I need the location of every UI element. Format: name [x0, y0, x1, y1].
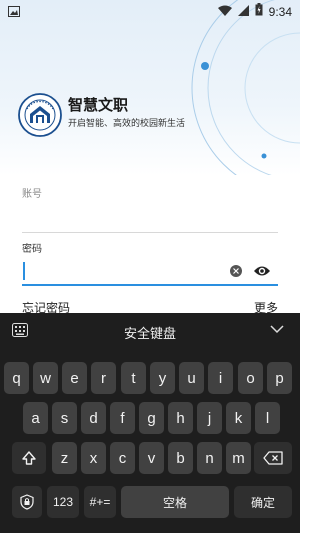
- status-bar: 9:34: [0, 0, 300, 22]
- app-name: 智慧文职: [68, 97, 129, 114]
- key-u[interactable]: u: [179, 362, 204, 394]
- lock-icon: [20, 494, 34, 510]
- key-x[interactable]: x: [81, 442, 106, 474]
- lock-key[interactable]: [12, 486, 42, 518]
- password-label: 密码: [22, 244, 42, 255]
- app-logo: [18, 93, 62, 137]
- key-t[interactable]: t: [121, 362, 146, 394]
- key-y[interactable]: y: [150, 362, 175, 394]
- shift-icon: [22, 451, 36, 465]
- battery-icon: [255, 3, 263, 21]
- shift-key[interactable]: [12, 442, 46, 474]
- signal-icon: [237, 3, 249, 21]
- confirm-key[interactable]: 确定: [234, 486, 292, 518]
- text-caret: [23, 262, 25, 280]
- key-p[interactable]: p: [267, 362, 292, 394]
- key-a[interactable]: a: [23, 402, 48, 434]
- chevron-down-icon[interactable]: [270, 324, 284, 334]
- backspace-icon: [263, 451, 283, 465]
- key-h[interactable]: h: [168, 402, 193, 434]
- account-field[interactable]: 账号: [22, 185, 278, 200]
- decorative-arcs: [191, 0, 300, 175]
- key-f[interactable]: f: [110, 402, 135, 434]
- backspace-key[interactable]: [254, 442, 292, 474]
- key-o[interactable]: o: [238, 362, 263, 394]
- account-label: 账号: [22, 189, 42, 200]
- key-b[interactable]: b: [168, 442, 193, 474]
- key-r[interactable]: r: [91, 362, 116, 394]
- key-m[interactable]: m: [226, 442, 251, 474]
- key-s[interactable]: s: [52, 402, 77, 434]
- image-icon: [8, 4, 20, 22]
- account-underline: [22, 232, 278, 233]
- password-field-wrapper: 密码: [22, 240, 278, 255]
- secure-keyboard: 安全键盘 q w e r t y u i o p a s d f g h j k…: [0, 313, 300, 533]
- keyboard-title: 安全键盘: [123, 326, 176, 341]
- key-c[interactable]: c: [110, 442, 135, 474]
- password-underline: [22, 284, 278, 286]
- key-k[interactable]: k: [226, 402, 251, 434]
- key-d[interactable]: d: [81, 402, 106, 434]
- keyboard-toolbar: 安全键盘: [0, 313, 300, 347]
- wifi-icon: [217, 3, 232, 21]
- app-slogan: 开启智能、高效的校园新生活: [68, 118, 186, 128]
- key-g[interactable]: g: [139, 402, 164, 434]
- key-q[interactable]: q: [4, 362, 29, 394]
- clear-icon[interactable]: [230, 265, 242, 277]
- space-key[interactable]: 空格: [121, 486, 229, 518]
- key-l[interactable]: l: [255, 402, 280, 434]
- key-v[interactable]: v: [139, 442, 164, 474]
- key-z[interactable]: z: [52, 442, 77, 474]
- key-e[interactable]: e: [62, 362, 87, 394]
- key-n[interactable]: n: [197, 442, 222, 474]
- key-i[interactable]: i: [208, 362, 233, 394]
- eye-icon[interactable]: [253, 264, 271, 278]
- status-time: 9:34: [268, 5, 292, 19]
- password-input[interactable]: [22, 260, 222, 282]
- number-key[interactable]: 123: [47, 486, 79, 518]
- header: 9:34 智慧文职 开启智能、高效的校园新生活: [0, 0, 300, 175]
- key-j[interactable]: j: [197, 402, 222, 434]
- symbol-key[interactable]: #+=: [84, 486, 116, 518]
- key-w[interactable]: w: [33, 362, 58, 394]
